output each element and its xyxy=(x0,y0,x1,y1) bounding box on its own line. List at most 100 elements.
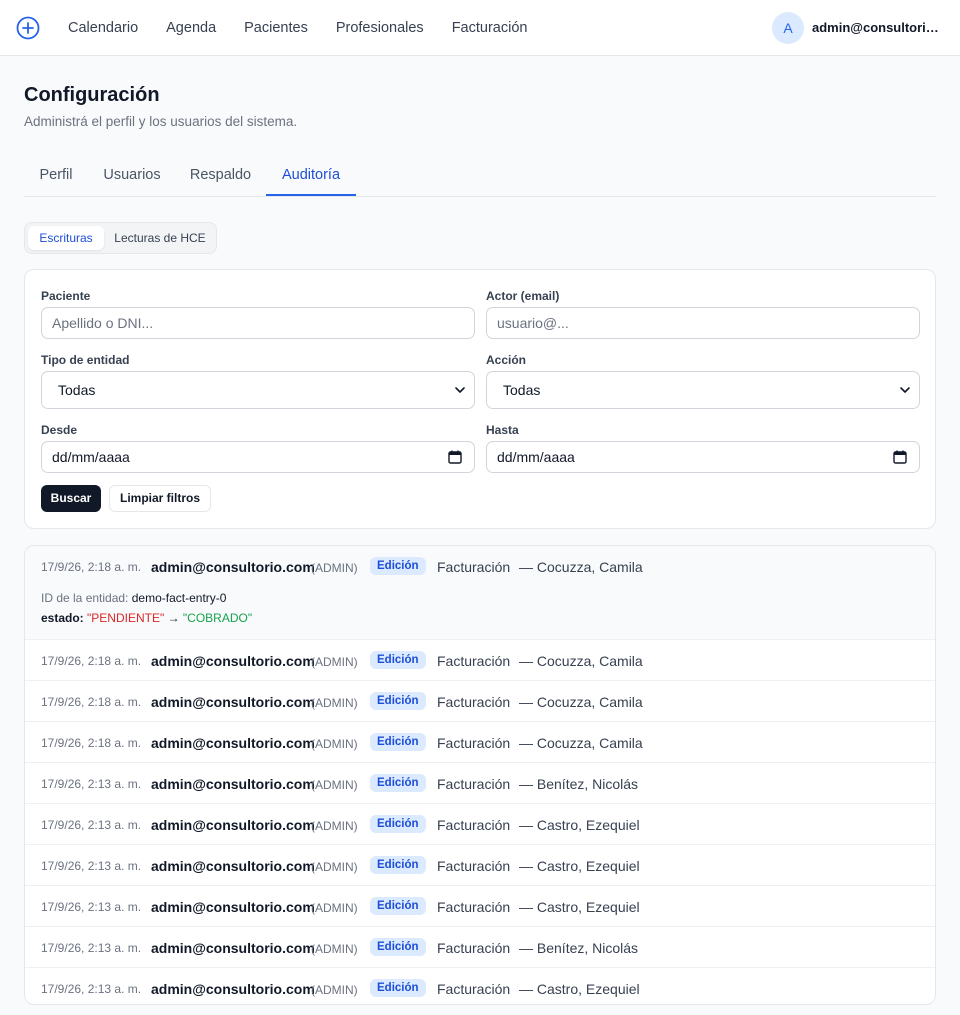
audit-time: 17/9/26, 2:13 a. m. xyxy=(41,777,142,791)
action-select[interactable]: Todas xyxy=(486,371,920,409)
audit-role: (ADMIN) xyxy=(311,655,358,669)
plus-circle-icon[interactable] xyxy=(16,16,40,40)
audit-row[interactable]: 17/9/26, 2:13 a. m. admin@consultorio.co… xyxy=(25,844,935,885)
audit-time: 17/9/26, 2:18 a. m. xyxy=(41,695,142,709)
entity-type-label: Tipo de entidad xyxy=(41,353,130,367)
actor-email-input[interactable] xyxy=(486,307,920,339)
old-value: "PENDIENTE" xyxy=(87,611,165,625)
tab-auditoria[interactable]: Auditoría xyxy=(266,156,356,196)
user-email[interactable]: admin@consultorio.c... xyxy=(812,20,940,35)
change-arrow: → xyxy=(167,611,180,625)
to-date-value: dd/mm/aaaa xyxy=(497,449,575,465)
audit-patient: — Benítez, Nicolás xyxy=(519,940,639,956)
nav-item-agenda[interactable]: Agenda xyxy=(166,20,216,36)
tab-respaldo[interactable]: Respaldo xyxy=(176,156,265,196)
action-value: Todas xyxy=(503,382,541,398)
action-badge: Edición xyxy=(370,774,426,792)
audit-row[interactable]: 17/9/26, 2:13 a. m. admin@consultorio.co… xyxy=(25,803,935,844)
audit-row[interactable]: 17/9/26, 2:18 a. m. admin@consultorio.co… xyxy=(25,721,935,762)
change-field: estado: xyxy=(41,611,84,625)
action-badge: Edición xyxy=(370,557,426,575)
audit-actor: admin@consultorio.com xyxy=(151,694,315,710)
audit-actor: admin@consultorio.com xyxy=(151,940,315,956)
nav-item-calendario[interactable]: Calendario xyxy=(68,20,138,36)
tab-usuarios[interactable]: Usuarios xyxy=(88,156,176,196)
audit-patient: — Castro, Ezequiel xyxy=(519,981,640,997)
subtab-escrituras[interactable]: Escrituras xyxy=(28,226,104,250)
audit-entity: Facturación xyxy=(437,776,511,792)
to-date-input[interactable]: dd/mm/aaaa xyxy=(486,441,920,473)
tab-perfil[interactable]: Perfil xyxy=(24,156,88,196)
audit-actor: admin@consultorio.com xyxy=(151,981,315,997)
audit-actor: admin@consultorio.com xyxy=(151,817,315,833)
audit-patient: — Benítez, Nicolás xyxy=(519,776,639,792)
audit-row[interactable]: 17/9/26, 2:13 a. m. admin@consultorio.co… xyxy=(25,926,935,967)
audit-patient: — Cocuzza, Camila xyxy=(519,559,643,575)
audit-row[interactable]: 17/9/26, 2:13 a. m. admin@consultorio.co… xyxy=(25,762,935,803)
action-badge: Edición xyxy=(370,815,426,833)
patient-label: Paciente xyxy=(41,289,91,303)
audit-row[interactable]: 17/9/26, 2:13 a. m. admin@consultorio.co… xyxy=(25,967,935,1004)
new-value: "COBRADO" xyxy=(182,611,253,625)
main-nav: Calendario Agenda Pacientes Profesionale… xyxy=(68,0,555,56)
audit-patient: — Cocuzza, Camila xyxy=(519,735,643,751)
audit-row[interactable]: 17/9/26, 2:18 a. m. admin@consultorio.co… xyxy=(25,680,935,721)
action-badge: Edición xyxy=(370,692,426,710)
audit-actor: admin@consultorio.com xyxy=(151,899,315,915)
audit-role: (ADMIN) xyxy=(311,778,358,792)
audit-entity: Facturación xyxy=(437,653,511,669)
nav-item-pacientes[interactable]: Pacientes xyxy=(244,20,308,36)
page-title: Configuración xyxy=(24,84,160,106)
audit-actor: admin@consultorio.com xyxy=(151,858,315,874)
entity-type-select[interactable]: Todas xyxy=(41,371,475,409)
audit-role: (ADMIN) xyxy=(311,860,358,874)
entity-id-value: demo-fact-entry-0 xyxy=(131,591,227,605)
nav-item-profesionales[interactable]: Profesionales xyxy=(336,20,424,36)
audit-role: (ADMIN) xyxy=(311,696,358,710)
action-badge: Edición xyxy=(370,733,426,751)
audit-row[interactable]: 17/9/26, 2:18 a. m. admin@consultorio.co… xyxy=(25,639,935,680)
audit-time: 17/9/26, 2:18 a. m. xyxy=(41,736,142,750)
audit-patient: — Castro, Ezequiel xyxy=(519,817,640,833)
audit-patient: — Castro, Ezequiel xyxy=(519,858,640,874)
audit-entity: Facturación xyxy=(437,899,511,915)
actor-label: Actor (email) xyxy=(486,289,560,303)
action-badge: Edición xyxy=(370,938,426,956)
search-button[interactable]: Buscar xyxy=(41,485,101,512)
subtab-lecturas-hce[interactable]: Lecturas de HCE xyxy=(107,226,213,250)
audit-actor: admin@consultorio.com xyxy=(151,735,315,751)
audit-role: (ADMIN) xyxy=(311,561,358,575)
audit-role: (ADMIN) xyxy=(311,737,358,751)
audit-time: 17/9/26, 2:13 a. m. xyxy=(41,859,142,873)
audit-patient: — Castro, Ezequiel xyxy=(519,899,640,915)
audit-row[interactable]: 17/9/26, 2:18 a. m. admin@consultorio.co… xyxy=(25,546,935,639)
audit-entity: Facturación xyxy=(437,817,511,833)
action-label: Acción xyxy=(486,353,527,367)
audit-row[interactable]: 17/9/26, 2:13 a. m. admin@consultorio.co… xyxy=(25,885,935,926)
chevron-down-icon xyxy=(900,387,910,393)
audit-entity: Facturación xyxy=(437,981,511,997)
filters-card: Paciente Actor (email) Tipo de entidad T… xyxy=(24,269,936,529)
audit-entity: Facturación xyxy=(437,735,511,751)
audit-time: 17/9/26, 2:18 a. m. xyxy=(41,560,142,574)
clear-filters-button[interactable]: Limpiar filtros xyxy=(109,485,211,512)
audit-role: (ADMIN) xyxy=(311,901,358,915)
settings-tabs: Perfil Usuarios Respaldo Auditoría xyxy=(24,156,936,197)
entity-id-line: ID de la entidad: demo-fact-entry-0 xyxy=(41,591,226,605)
action-badge: Edición xyxy=(370,979,426,997)
calendar-icon[interactable] xyxy=(893,450,907,464)
action-badge: Edición xyxy=(370,897,426,915)
patient-input[interactable] xyxy=(41,307,475,339)
audit-time: 17/9/26, 2:18 a. m. xyxy=(41,654,142,668)
entity-type-value: Todas xyxy=(58,382,96,398)
audit-entity: Facturación xyxy=(437,858,511,874)
avatar[interactable]: A xyxy=(772,12,804,44)
audit-patient: — Cocuzza, Camila xyxy=(519,694,643,710)
to-label: Hasta xyxy=(486,423,519,437)
from-date-input[interactable]: dd/mm/aaaa xyxy=(41,441,475,473)
audit-time: 17/9/26, 2:13 a. m. xyxy=(41,982,142,996)
page-subtitle: Administrá el perfil y los usuarios del … xyxy=(24,114,298,129)
calendar-icon[interactable] xyxy=(448,450,462,464)
audit-role: (ADMIN) xyxy=(311,983,358,997)
nav-item-facturacion[interactable]: Facturación xyxy=(452,20,528,36)
